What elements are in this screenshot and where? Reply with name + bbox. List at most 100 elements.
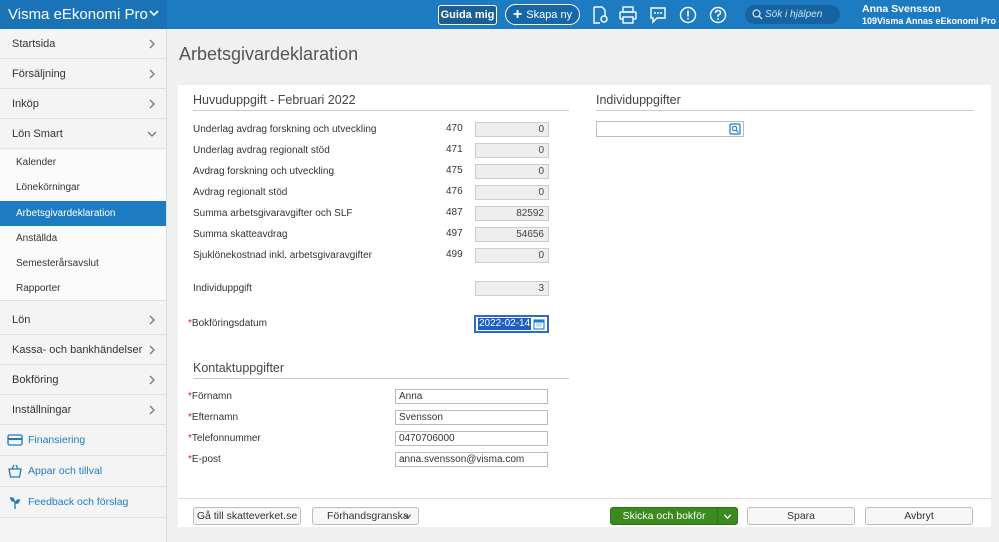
chevron-right-icon (149, 99, 155, 109)
plant-icon (10, 497, 20, 509)
sidebar-subitem-label: Lönekörningar (16, 182, 80, 193)
individ-value: 3 (475, 281, 549, 296)
user-menu[interactable]: Anna Svensson 109Visma Annas eEkonomi Pr… (862, 3, 996, 26)
sidebar-item-appar[interactable]: Appar och tillval (0, 456, 166, 487)
firstname-label-text: Förnamn (191, 391, 232, 402)
calendar-icon (533, 319, 545, 330)
help-search-input[interactable]: Sök i hjälpen (745, 5, 840, 24)
sidebar-subitem-label: Semesterårsavslut (16, 258, 99, 269)
booking-date-label-text: Bokföringsdatum (191, 318, 267, 329)
sidebar: Startsida Försäljning Inköp Lön Smart Ka… (0, 29, 167, 542)
sidebar-item-kassa-bank[interactable]: Kassa- och bankhändelser (0, 335, 166, 365)
chat-icon[interactable] (648, 5, 668, 25)
chevron-right-icon (149, 405, 155, 415)
help-icon[interactable] (708, 5, 728, 25)
send-and-book-label: Skicka och bokför (622, 510, 706, 522)
contact-section-title: Kontaktuppgifter (193, 361, 569, 379)
sidebar-item-bokforing[interactable]: Bokföring (0, 365, 166, 395)
send-options-dropdown[interactable] (717, 508, 737, 524)
create-new-label: Skapa ny (526, 8, 573, 21)
sidebar-item-label: Kassa- och bankhändelser (12, 343, 143, 356)
chevron-right-icon (149, 315, 155, 325)
lastname-field[interactable]: Svensson (395, 410, 548, 425)
company-name: 109Visma Annas eEkonomi Pro (862, 16, 997, 26)
preview-button[interactable]: Förhandsgranska (312, 507, 419, 525)
row-label-499: Sjuklönekostnad inkl. arbetsgivaravgifte… (193, 250, 372, 261)
app-menu[interactable]: Visma eEkonomi Pro (0, 0, 167, 29)
sidebar-item-finansiering[interactable]: Finansiering (0, 425, 166, 456)
search-list-icon (729, 123, 741, 135)
alert-icon[interactable] (678, 5, 698, 25)
sidebar-subitem-arbetsgivardeklaration[interactable]: Arbetsgivardeklaration (0, 201, 166, 226)
save-button[interactable]: Spara (747, 507, 855, 525)
row-value-470: 0 (475, 122, 549, 137)
sidebar-item-forsaljning[interactable]: Försäljning (0, 59, 166, 89)
chevron-right-icon (149, 39, 155, 49)
plus-icon: + (512, 5, 523, 23)
phone-label-text: Telefonnummer (191, 433, 261, 444)
booking-date-input[interactable]: 2022-02-14 (474, 315, 549, 333)
phone-label: *Telefonnummer (188, 433, 261, 444)
sidebar-subitem-semesterarsavslut[interactable]: Semesterårsavslut (0, 251, 166, 276)
sidebar-subitem-label: Arbetsgivardeklaration (16, 208, 116, 219)
sidebar-item-installningar[interactable]: Inställningar (0, 395, 166, 425)
print-icon[interactable] (618, 5, 638, 25)
user-name: Anna Svensson (862, 3, 941, 15)
create-new-button[interactable]: + Skapa ny (505, 4, 580, 25)
row-code-487: 487 (446, 207, 463, 218)
row-label-471: Underlag avdrag regionalt stöd (193, 145, 330, 156)
skatteverket-button[interactable]: Gå till skatteverket.se (193, 507, 301, 525)
page-title: Arbetsgivardeklaration (179, 44, 359, 64)
sidebar-subitem-label: Rapporter (16, 282, 61, 294)
top-bar: Visma eEkonomi Pro Guida mig + Skapa ny … (0, 0, 999, 29)
phone-field[interactable]: 0470706000 (395, 431, 548, 446)
main-content: Arbetsgivardeklaration Huvuduppgift - Fe… (167, 29, 999, 542)
preview-button-label: Förhandsgranska (327, 510, 409, 522)
email-label-text: E-post (191, 454, 221, 465)
guide-button[interactable]: Guida mig (438, 5, 497, 25)
lastname-label-text: Efternamn (191, 412, 239, 423)
row-value-476: 0 (475, 185, 549, 200)
sidebar-item-label: Inköp (12, 97, 39, 110)
individual-search-input[interactable] (596, 121, 744, 137)
chevron-right-icon (149, 345, 155, 355)
credit-card-icon (7, 434, 23, 446)
sidebar-item-label: Startsida (12, 37, 56, 50)
sidebar-item-inkop[interactable]: Inköp (0, 89, 166, 119)
sidebar-subitem-kalender[interactable]: Kalender (0, 150, 166, 175)
chevron-down-icon (403, 514, 412, 520)
chevron-down-icon (147, 131, 157, 137)
email-field[interactable]: anna.svensson@visma.com (395, 452, 548, 467)
chevron-down-icon (723, 513, 732, 519)
row-label-475: Avdrag forskning och utveckling (193, 166, 335, 177)
sidebar-item-label: Appar och tillval (28, 465, 103, 477)
sidebar-item-startsida[interactable]: Startsida (0, 29, 166, 59)
sidebar-item-lon[interactable]: Lön (0, 305, 166, 335)
row-label-476: Avdrag regionalt stöd (193, 187, 288, 198)
send-and-book-button[interactable]: Skicka och bokför (610, 507, 738, 525)
chevron-down-icon (149, 8, 159, 21)
firstname-label: *Förnamn (188, 391, 232, 402)
row-code-471: 471 (446, 144, 463, 155)
row-code-470: 470 (446, 123, 463, 134)
sidebar-item-label: Bokföring (12, 373, 59, 386)
chevron-right-icon (149, 69, 155, 79)
firstname-field[interactable]: Anna (395, 389, 548, 404)
sidebar-item-feedback[interactable]: Feedback och förslag (0, 487, 166, 518)
sidebar-subitem-anstallda[interactable]: Anställda (0, 226, 166, 251)
app-title: Visma eEkonomi Pro (8, 6, 148, 23)
search-placeholder: Sök i hjälpen (765, 9, 823, 20)
email-label: *E-post (188, 454, 221, 465)
sidebar-subitem-lonekorningar[interactable]: Lönekörningar (0, 175, 166, 200)
main-section-title: Huvuduppgift - Februari 2022 (193, 93, 569, 111)
booking-date-value: 2022-02-14 (478, 318, 532, 330)
row-value-487: 82592 (475, 206, 549, 221)
cancel-button[interactable]: Avbryt (865, 507, 973, 525)
row-value-471: 0 (475, 143, 549, 158)
sidebar-subitem-rapporter[interactable]: Rapporter (0, 276, 166, 301)
sidebar-item-label: Inställningar (12, 403, 72, 416)
document-settings-icon[interactable] (590, 5, 610, 25)
lastname-label: *Efternamn (188, 412, 238, 423)
row-code-499: 499 (446, 249, 463, 260)
sidebar-item-lon-smart[interactable]: Lön Smart (0, 119, 166, 149)
